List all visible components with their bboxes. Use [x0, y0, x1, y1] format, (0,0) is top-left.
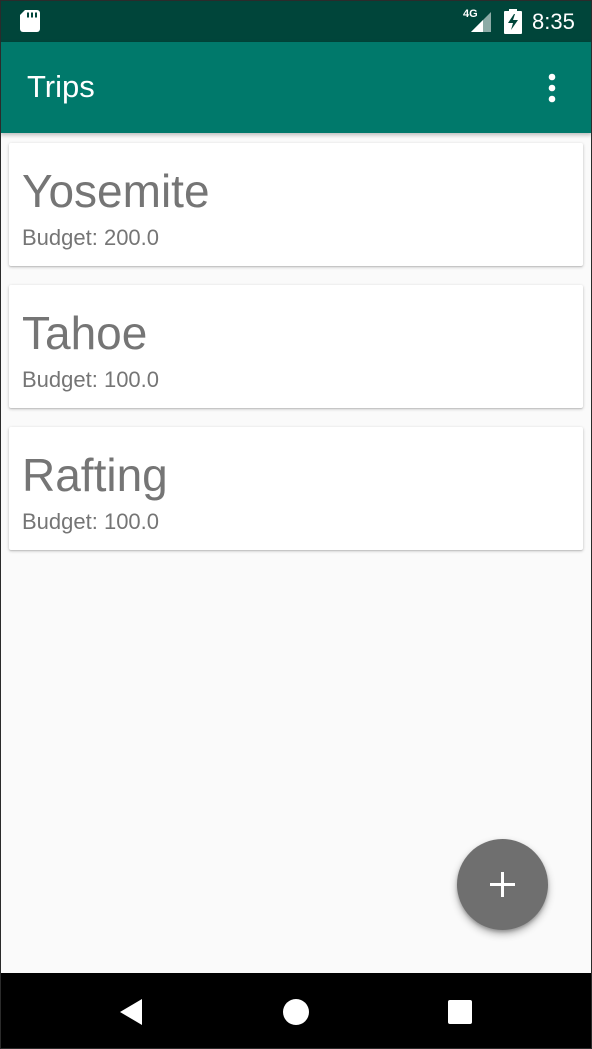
- overflow-menu-button[interactable]: [534, 62, 574, 116]
- trip-budget: Budget: 200.0: [22, 225, 160, 250]
- trip-card-tahoe[interactable]: Tahoe Budget: 100.0: [9, 285, 583, 408]
- trip-budget: Budget: 100.0: [22, 367, 160, 392]
- page-title: Trips: [27, 69, 95, 104]
- recents-icon[interactable]: [447, 999, 473, 1025]
- home-icon[interactable]: [282, 998, 310, 1026]
- battery-charging-icon: [504, 9, 522, 34]
- trip-name: Tahoe: [22, 307, 148, 359]
- trip-name: Rafting: [22, 449, 168, 501]
- trip-name: Yosemite: [22, 165, 210, 217]
- status-bar: 4G 8:35: [0, 0, 592, 42]
- back-icon[interactable]: [118, 998, 146, 1026]
- more-vert-icon: [548, 73, 556, 103]
- plus-icon: [490, 872, 515, 897]
- status-time: 8:35: [532, 9, 575, 34]
- trip-card-yosemite[interactable]: Yosemite Budget: 200.0: [9, 143, 583, 266]
- sd-card-icon: [20, 10, 40, 32]
- add-trip-button[interactable]: [457, 839, 548, 930]
- system-nav-bar: [0, 973, 592, 1049]
- trip-list: Yosemite Budget: 200.0 Tahoe Budget: 100…: [9, 143, 583, 569]
- cellular-signal-icon: [471, 12, 491, 32]
- trip-budget: Budget: 100.0: [22, 509, 160, 534]
- app-bar: Trips: [0, 42, 592, 133]
- trip-card-rafting[interactable]: Rafting Budget: 100.0: [9, 427, 583, 550]
